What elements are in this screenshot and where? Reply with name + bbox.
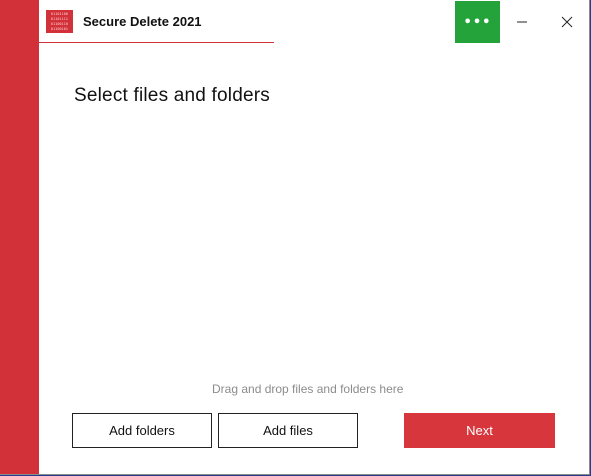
drop-hint: Drag and drop files and folders here <box>212 382 404 396</box>
close-button[interactable] <box>545 1 589 43</box>
page-title: Select files and folders <box>74 85 270 106</box>
next-button[interactable]: Next <box>404 413 555 448</box>
add-files-button[interactable]: Add files <box>218 413 358 448</box>
sidebar-accent <box>0 0 39 474</box>
add-folders-button[interactable]: Add folders <box>72 413 212 448</box>
more-dots-icon: ••• <box>463 14 492 30</box>
minimize-icon <box>517 21 527 23</box>
app-logo: 01101100 01101111 01100110 01100101 <box>46 10 73 33</box>
close-icon <box>561 16 573 28</box>
app-title: Secure Delete 2021 <box>83 14 202 29</box>
file-drop-zone[interactable] <box>39 120 589 405</box>
title-divider <box>39 42 274 43</box>
app-window: 01101100 01101111 01100110 01100101 Secu… <box>0 0 590 475</box>
more-menu-button[interactable]: ••• <box>455 1 500 43</box>
minimize-button[interactable] <box>500 1 544 43</box>
